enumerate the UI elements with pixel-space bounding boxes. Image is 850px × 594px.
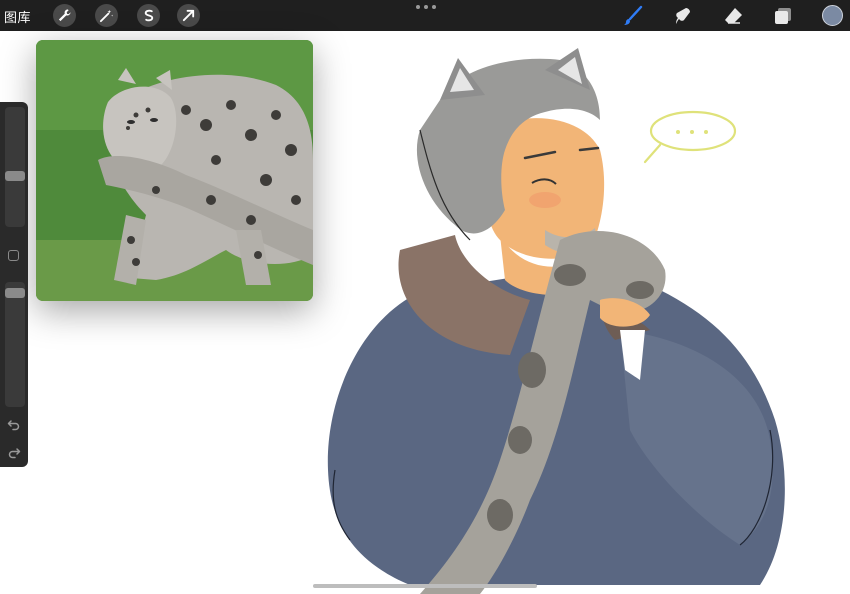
transform-button[interactable]	[177, 4, 200, 27]
layers-button[interactable]	[772, 5, 794, 27]
redo-icon	[8, 448, 21, 459]
magic-wand-icon	[99, 9, 114, 23]
smudge-tool-button[interactable]	[673, 5, 695, 27]
eraser-icon	[725, 8, 742, 24]
undo-icon	[7, 420, 20, 431]
selection-icon	[144, 9, 154, 22]
home-indicator	[313, 584, 537, 588]
transform-arrow-icon	[182, 9, 195, 22]
smudge-icon	[676, 8, 690, 24]
snow-leopard-photo	[36, 40, 313, 301]
redo-button[interactable]	[7, 446, 21, 460]
reference-image-window[interactable]	[36, 40, 313, 301]
opacity-thumb[interactable]	[5, 287, 25, 298]
brush-tool-button[interactable]	[622, 5, 644, 27]
gallery-button[interactable]: 图库	[4, 7, 31, 26]
selection-button[interactable]	[137, 4, 160, 27]
more-options-icon[interactable]	[416, 5, 436, 11]
actions-wrench-button[interactable]	[53, 4, 76, 27]
layers-icon	[775, 8, 791, 24]
brush-size-thumb[interactable]	[5, 170, 25, 181]
color-picker-button[interactable]	[822, 5, 843, 26]
eraser-tool-button[interactable]	[722, 5, 744, 27]
brush-icon	[624, 5, 643, 25]
adjustments-button[interactable]	[95, 4, 118, 27]
left-sidebar	[0, 102, 28, 467]
opacity-slider[interactable]	[5, 282, 25, 407]
top-toolbar: 图库	[0, 0, 850, 31]
brush-size-slider[interactable]	[5, 107, 25, 227]
modify-button[interactable]	[8, 250, 19, 261]
artwork-illustration	[300, 31, 850, 594]
wrench-icon	[58, 9, 71, 22]
undo-button[interactable]	[7, 418, 21, 432]
